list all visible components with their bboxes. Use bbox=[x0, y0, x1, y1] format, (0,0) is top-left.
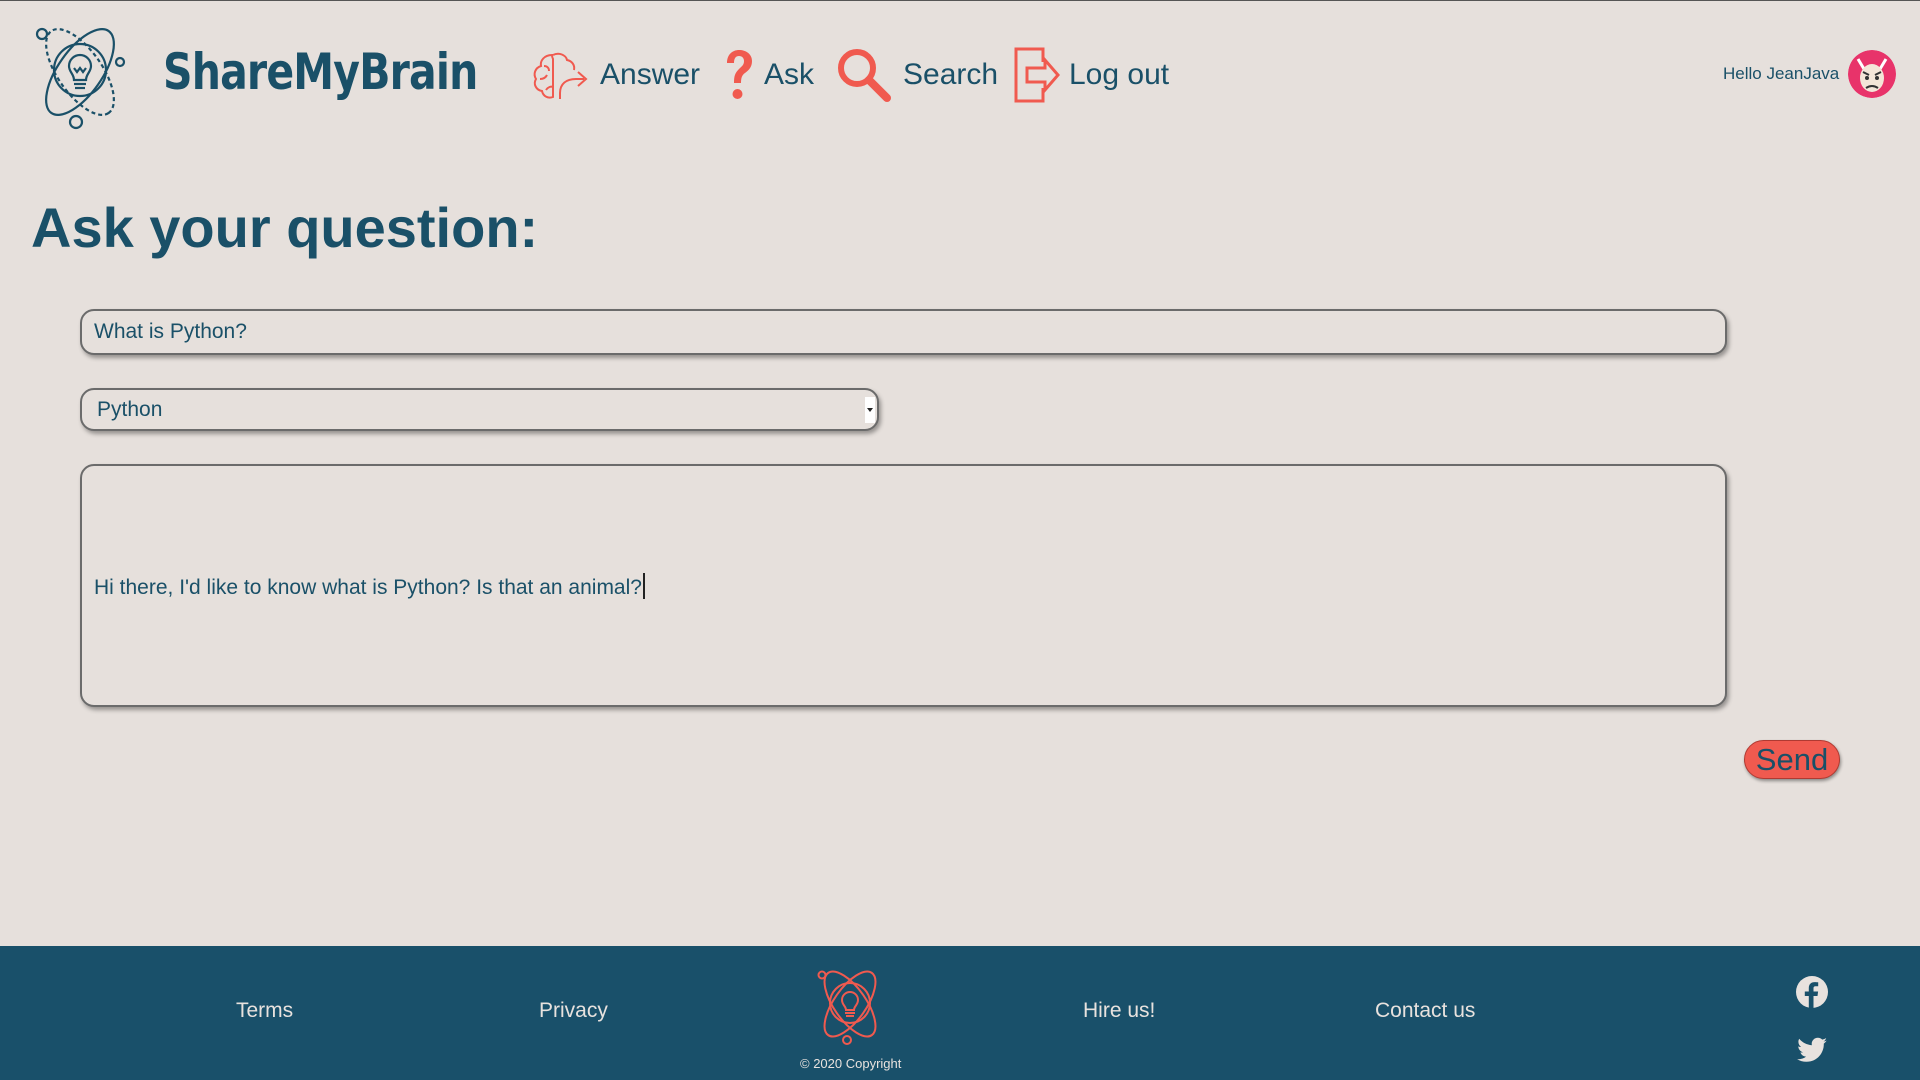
nav-answer[interactable]: Answer bbox=[530, 46, 700, 104]
send-button[interactable]: Send bbox=[1744, 740, 1840, 779]
footer-link-privacy[interactable]: Privacy bbox=[539, 999, 608, 1023]
facebook-icon[interactable] bbox=[1795, 975, 1829, 1009]
brain-share-icon bbox=[533, 52, 588, 99]
category-select[interactable]: Python bbox=[80, 388, 879, 431]
copyright: © 2020 Copyright bbox=[800, 1056, 902, 1071]
twitter-icon[interactable] bbox=[1795, 1033, 1829, 1067]
category-selected-value: Python bbox=[97, 398, 163, 421]
brain-bulb-logo-icon[interactable] bbox=[28, 14, 132, 132]
nav-ask[interactable]: Ask bbox=[722, 46, 814, 104]
user-greeting: Hello JeanJava bbox=[1723, 64, 1840, 83]
footer-link-hire-us[interactable]: Hire us! bbox=[1083, 999, 1155, 1023]
nav-answer-label: Answer bbox=[600, 58, 701, 91]
question-body-textarea[interactable]: Hi there, I'd like to know what is Pytho… bbox=[80, 464, 1727, 707]
footer: Terms Privacy © 2020 Copyright Hire us! … bbox=[0, 946, 1920, 1080]
footer-logo-icon[interactable] bbox=[810, 962, 890, 1046]
avatar[interactable] bbox=[1848, 50, 1896, 98]
question-body-text: Hi there, I'd like to know what is Pytho… bbox=[94, 573, 645, 600]
search-icon bbox=[838, 49, 891, 102]
question-mark-icon bbox=[727, 50, 752, 99]
header: ShareMyBrain Answer Ask Search Log out H… bbox=[0, 0, 1920, 150]
footer-link-terms[interactable]: Terms bbox=[236, 999, 293, 1023]
footer-link-contact-us[interactable]: Contact us bbox=[1375, 999, 1475, 1023]
brand-name[interactable]: ShareMyBrain bbox=[163, 43, 478, 101]
nav-logout[interactable]: Log out bbox=[1013, 46, 1169, 104]
nav-logout-label: Log out bbox=[1069, 58, 1170, 91]
nav-ask-label: Ask bbox=[764, 58, 815, 91]
chevron-down-icon[interactable] bbox=[865, 397, 875, 423]
nav-search-label: Search bbox=[903, 58, 999, 91]
question-title-input[interactable]: What is Python? bbox=[80, 309, 1727, 355]
page-title: Ask your question: bbox=[31, 196, 539, 259]
nav-search[interactable]: Search bbox=[835, 46, 998, 104]
text-caret bbox=[642, 573, 645, 599]
logout-icon bbox=[1014, 47, 1060, 103]
